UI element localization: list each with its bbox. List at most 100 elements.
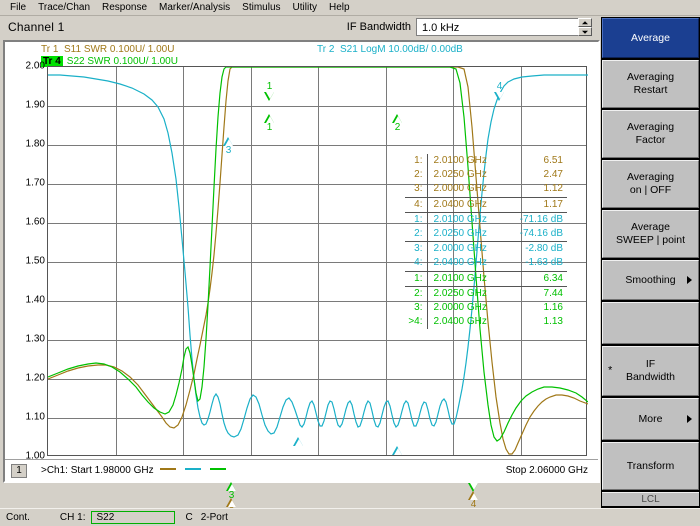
marker-frequency: 2.0250 GHz <box>426 168 501 183</box>
status-sweep-mode[interactable]: Cont. <box>0 512 36 523</box>
spinner-up-icon[interactable] <box>578 18 592 27</box>
chevron-right-icon <box>687 276 692 284</box>
softkey-more[interactable]: More <box>602 398 699 440</box>
channel-bar: Channel 1 IF Bandwidth 1.0 kHz <box>0 16 700 38</box>
marker-index: 1: <box>405 211 427 228</box>
marker-readout-row[interactable]: 4: 2.0400 GHz 1.17 <box>405 196 567 213</box>
softkey-label: Transform <box>626 459 675 472</box>
marker-readout-row[interactable]: 2: 2.0250 GHz -74.16 dB <box>405 227 567 242</box>
vna-application-window: File Trace/Chan Response Marker/Analysis… <box>0 0 700 526</box>
status-correction[interactable]: C <box>175 512 198 523</box>
menu-item-utility[interactable]: Utility <box>287 0 323 15</box>
marker-index: 3: <box>414 183 423 195</box>
legend-dash-s22 <box>209 467 226 470</box>
marker-triangle-icon <box>226 482 237 491</box>
marker-triangle-icon <box>468 491 479 500</box>
start-frequency-text: >Ch1: Start 1.98000 GHz <box>41 465 154 476</box>
trace-display-window[interactable]: Tr 1 S11 SWR 0.100U/ 1.00U Tr 4 S22 SWR … <box>3 40 600 517</box>
status-parameter-field[interactable]: S22 <box>91 511 176 524</box>
status-bar: Cont. CH 1: S22 C 2-Port <box>0 508 700 526</box>
y-axis-tick-label: 1.40 <box>25 294 45 306</box>
marker-value: 7.44 <box>501 285 567 302</box>
y-axis-tick-label: 1.10 <box>25 411 45 423</box>
marker-readout-row[interactable]: >4: 2.0400 GHz 1.13 <box>405 315 567 330</box>
marker-index: >4: <box>408 316 423 328</box>
softkey-label: Averaging on | OFF <box>626 171 675 196</box>
marker-readout-row[interactable]: 2: 2.0250 GHz 2.47 <box>405 168 567 183</box>
menu-item-trace-chan[interactable]: Trace/Chan <box>32 0 96 15</box>
marker-readout-row[interactable]: 3: 2.0000 GHz 1.16 <box>405 301 567 316</box>
softkey-averaging-on-off[interactable]: Averaging on | OFF <box>602 160 699 208</box>
trace-label-tr1[interactable]: Tr 1 S11 SWR 0.100U/ 1.00U <box>41 44 174 55</box>
marker-frequency: 2.0000 GHz <box>426 241 501 257</box>
marker-frequency: 2.0100 GHz <box>426 211 501 228</box>
menu-item-marker-analysis[interactable]: Marker/Analysis <box>153 0 236 15</box>
marker-index: 2: <box>414 169 423 181</box>
softkey-average-sweep-point[interactable]: Average SWEEP | point <box>602 210 699 258</box>
marker-value: 1.16 <box>543 302 563 314</box>
status-channel-label: CH 1: <box>59 512 86 523</box>
start-frequency-label[interactable]: >Ch1: Start 1.98000 GHz <box>41 465 228 476</box>
y-axis-tick-label: 1.20 <box>25 372 45 384</box>
marker-frequency: 2.0250 GHz <box>426 285 501 302</box>
y-axis-tick-label: 1.60 <box>25 216 45 228</box>
menu-bar: File Trace/Chan Response Marker/Analysis… <box>0 0 700 16</box>
marker-readout-row[interactable]: 2: 2.0250 GHz 7.44 <box>405 285 567 302</box>
softkey-average[interactable]: Average <box>602 18 699 58</box>
marker-index: 4: <box>405 196 427 213</box>
softkey-transform[interactable]: Transform <box>602 442 699 490</box>
marker-index: 3: <box>414 302 423 314</box>
asterisk-icon: * <box>608 364 613 377</box>
marker-index: 2: <box>414 228 423 240</box>
marker-readout-row[interactable]: 1: 2.0100 GHz -71.16 dB <box>405 211 567 228</box>
y-axis-tick-label: 1.80 <box>25 138 45 150</box>
marker-value: -71.16 dB <box>501 211 567 228</box>
if-bandwidth-label: IF Bandwidth <box>346 21 411 33</box>
marker-number: 3 <box>228 490 235 501</box>
softkey-averaging-factor[interactable]: Averaging Factor <box>602 110 699 158</box>
y-axis-tick-label: 1.30 <box>25 333 45 345</box>
marker-readout-row[interactable]: 4: 2.0400 GHz -1.63 dB <box>405 256 567 272</box>
marker-value: -2.80 dB <box>501 241 567 257</box>
softkey-footer-lcl: LCL <box>602 492 699 506</box>
marker-readout-row[interactable]: 1: 2.0100 GHz 6.34 <box>405 270 567 287</box>
legend-dash-s11 <box>160 467 177 470</box>
marker-readout-row[interactable]: 3: 2.0000 GHz -2.80 dB <box>405 241 567 257</box>
softkey-if-bandwidth[interactable]: IF Bandwidth * <box>602 346 699 396</box>
marker-frequency: 2.0000 GHz <box>426 301 501 316</box>
softkey-label: Averaging Restart <box>626 71 675 96</box>
y-axis: 2.00 1.90 1.80 1.70 1.60 1.50 1.40 1.30 1.20 1.10… <box>5 61 45 462</box>
marker-index: 1: <box>414 155 423 166</box>
trace-label-tr2-text: S21 LogM 10.00dB/ 0.00dB <box>339 44 463 55</box>
softkey-menu: Average Averaging Restart Averaging Factor… <box>601 17 700 509</box>
marker-frequency: 2.0400 GHz <box>426 196 501 213</box>
spinner-down-icon[interactable] <box>578 27 592 36</box>
marker-value: -74.16 dB <box>519 228 563 240</box>
softkey-label: Average SWEEP | point <box>615 221 686 246</box>
softkey-label: Smoothing <box>625 273 676 286</box>
marker-value: 1.12 <box>543 183 563 195</box>
softkey-label: Average <box>631 31 670 44</box>
menu-item-help[interactable]: Help <box>323 0 356 15</box>
marker-value: -1.63 dB <box>525 257 563 269</box>
softkey-empty-6[interactable] <box>602 302 699 344</box>
trace-label-tr2[interactable]: Tr 2 S21 LogM 10.00dB/ 0.00dB <box>317 44 463 55</box>
trace-label-tr2-tag: Tr 2 <box>317 44 335 55</box>
marker-readout-row[interactable]: 1: 2.0100 GHz 6.51 <box>405 154 567 169</box>
menu-item-response[interactable]: Response <box>96 0 153 15</box>
marker-index: 4: <box>414 257 423 269</box>
if-bandwidth-input[interactable]: 1.0 kHz <box>416 18 578 36</box>
channel-number-badge[interactable]: 1 <box>11 463 27 478</box>
plot-marker[interactable]: 3 <box>226 482 237 501</box>
menu-item-stimulus[interactable]: Stimulus <box>236 0 286 15</box>
marker-readout-row[interactable]: 3: 2.0000 GHz 1.12 <box>405 182 567 198</box>
marker-frequency: 2.0100 GHz <box>426 154 501 169</box>
softkey-label: Averaging Factor <box>626 121 675 146</box>
status-port-mode[interactable]: 2-Port <box>199 512 234 523</box>
softkey-averaging-restart[interactable]: Averaging Restart <box>602 60 699 108</box>
stop-frequency-label[interactable]: Stop 2.06000 GHz <box>506 465 588 476</box>
y-axis-tick-label: 2.00 <box>25 60 45 72</box>
softkey-smoothing[interactable]: Smoothing <box>602 260 699 300</box>
marker-value: 6.51 <box>543 155 563 166</box>
menu-item-file[interactable]: File <box>4 0 32 15</box>
